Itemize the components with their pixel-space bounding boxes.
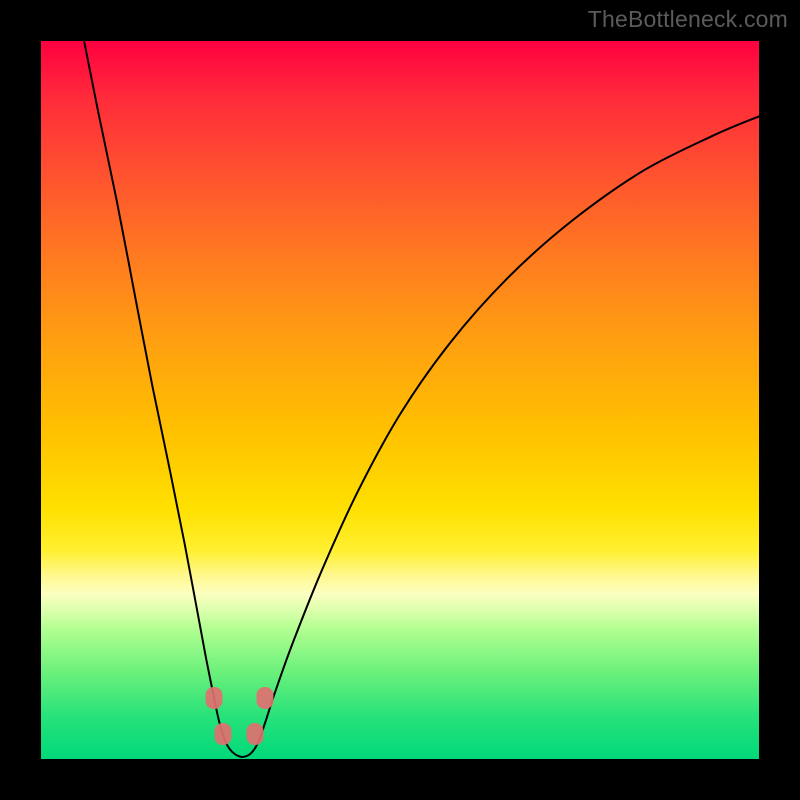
curve-marker — [206, 687, 223, 709]
chart-frame: TheBottleneck.com — [0, 0, 800, 800]
curve-marker — [246, 723, 263, 745]
curve-marker — [257, 687, 274, 709]
watermark-text: TheBottleneck.com — [588, 6, 788, 33]
bottleneck-curve — [41, 41, 759, 759]
chart-plot-area — [41, 41, 759, 759]
curve-marker — [214, 723, 231, 745]
